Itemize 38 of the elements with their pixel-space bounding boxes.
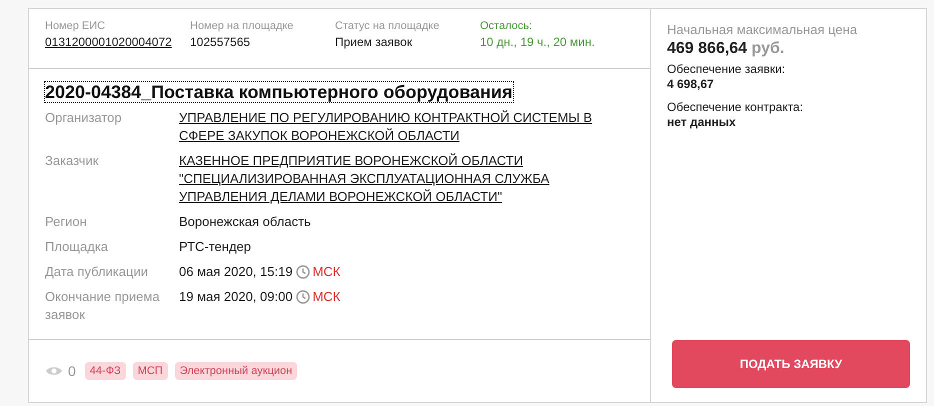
field-label: Номер на площадке bbox=[190, 20, 294, 32]
detail-label: Дата публикации bbox=[45, 263, 149, 281]
detail-label: Окончание приема заявок bbox=[45, 288, 161, 324]
view-count: 0 bbox=[68, 363, 76, 379]
timezone-label: МСК bbox=[312, 263, 340, 281]
detail-label: Организатор bbox=[45, 109, 123, 127]
field-label: Статус на площадке bbox=[335, 20, 440, 32]
date-value: 19 мая 2020, 09:00 bbox=[179, 288, 293, 306]
field-value: 10 дн., 19 ч., 20 мин. bbox=[480, 35, 595, 49]
timezone-label: МСК bbox=[312, 288, 340, 306]
security-value: нет данных bbox=[667, 115, 737, 130]
currency-label: руб. bbox=[752, 40, 784, 57]
organization-link[interactable]: УПРАВЛЕНИЕ ПО РЕГУЛИРОВАНИЮ КОНТРАКТНОЙ СИСТЕМЫ В СФЕРЕ ЗАКУПОК ВОРОНЕЖСКОЙ ОБЛАСТИ bbox=[179, 109, 634, 145]
price-label: Начальная максимальная цена bbox=[667, 22, 858, 37]
field-label: Осталось: bbox=[480, 20, 534, 32]
detail-label: Регион bbox=[45, 213, 88, 231]
field-value: 102557565 bbox=[190, 35, 252, 49]
tag: 44-ФЗ bbox=[84, 362, 126, 380]
clock-icon bbox=[296, 290, 310, 304]
tender-title[interactable]: 2020-04384_Поставка компьютерного оборудования bbox=[45, 82, 512, 102]
security-label: Обеспечение заявки: bbox=[667, 62, 786, 77]
date-value: 06 мая 2020, 15:19 bbox=[179, 263, 293, 281]
detail-value: Воронежская область bbox=[179, 213, 311, 231]
detail-label: Заказчик bbox=[45, 152, 100, 170]
tag: МСП bbox=[132, 362, 168, 380]
detail-value: РТС-тендер bbox=[179, 238, 252, 256]
security-value: 4 698,67 bbox=[667, 77, 715, 92]
registry-number-link[interactable]: 0131200001020004072 bbox=[45, 35, 190, 49]
field-value: Прием заявок bbox=[335, 35, 414, 49]
clock-icon bbox=[296, 265, 310, 279]
field-label: Номер ЕИС bbox=[45, 20, 106, 32]
tag: Электронный аукцион bbox=[174, 362, 298, 380]
organization-link[interactable]: КАЗЕННОЕ ПРЕДПРИЯТИЕ ВОРОНЕЖСКОЙ ОБЛАСТИ "СПЕЦИАЛИЗИРОВАННАЯ ЭКСПЛУАТАЦИОННАЯ СЛУЖБА УПРАВЛЕНИЯ ДЕЛАМИ ВОРОНЕЖСКОЙ ОБЛАСТИ" bbox=[179, 152, 634, 206]
apply-button[interactable]: ПОДАТЬ ЗАЯВКУ bbox=[672, 340, 910, 388]
security-label: Обеспечение контракта: bbox=[667, 100, 804, 115]
detail-label: Площадка bbox=[45, 238, 110, 256]
price-amount: 469 866,64 bbox=[667, 40, 748, 57]
eye-icon bbox=[45, 365, 63, 377]
